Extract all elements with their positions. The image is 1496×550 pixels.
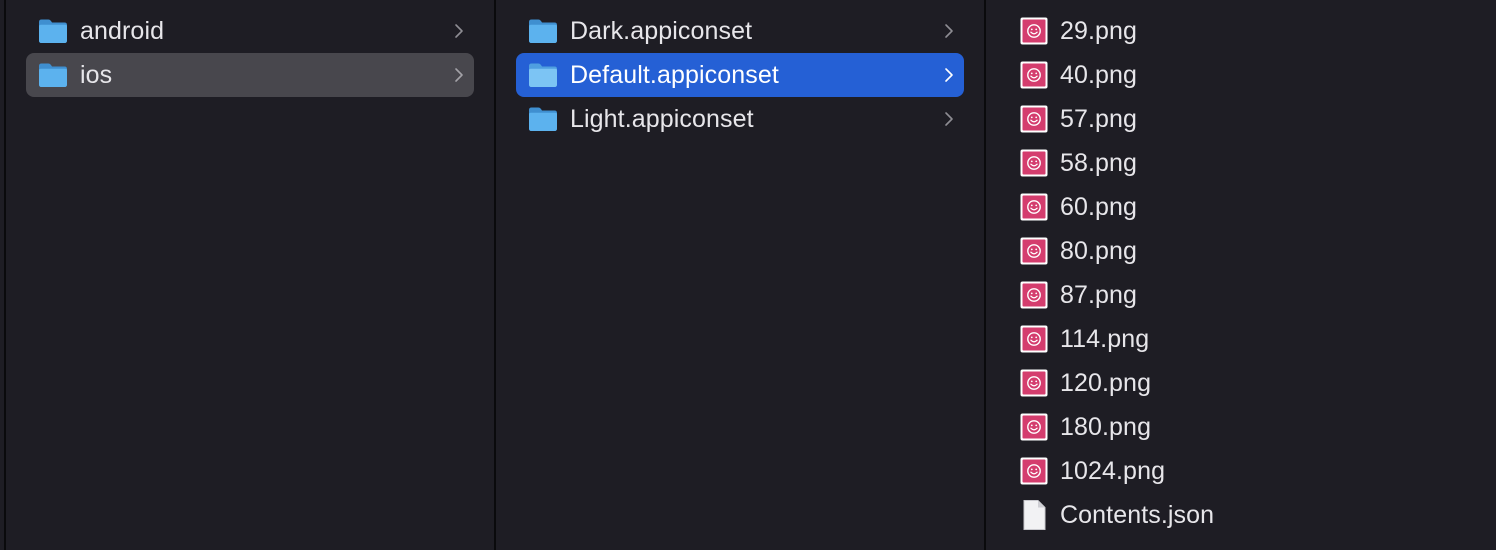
folder-row-default-appiconset[interactable]: Default.appiconset bbox=[516, 53, 964, 97]
png-image-icon bbox=[1020, 193, 1048, 221]
folder-row-dark-appiconset[interactable]: Dark.appiconset bbox=[516, 9, 964, 53]
folder-row-android[interactable]: android bbox=[26, 9, 474, 53]
file-row-png[interactable]: 114.png bbox=[1008, 317, 1478, 361]
folder-name: Default.appiconset bbox=[570, 60, 779, 89]
file-row-png[interactable]: 40.png bbox=[1008, 53, 1478, 97]
file-name: Contents.json bbox=[1060, 500, 1215, 529]
png-image-icon bbox=[1020, 237, 1048, 265]
png-image-icon bbox=[1020, 281, 1048, 309]
file-name: 29.png bbox=[1060, 16, 1138, 45]
png-image-icon bbox=[1020, 413, 1048, 441]
file-row-png[interactable]: 29.png bbox=[1008, 9, 1478, 53]
folder-name: Dark.appiconset bbox=[570, 16, 753, 45]
folder-row-light-appiconset[interactable]: Light.appiconset bbox=[516, 97, 964, 141]
file-row-png[interactable]: 120.png bbox=[1008, 361, 1478, 405]
file-row-png[interactable]: 180.png bbox=[1008, 405, 1478, 449]
file-row-png[interactable]: 60.png bbox=[1008, 185, 1478, 229]
file-row-json[interactable]: Contents.json bbox=[1008, 493, 1478, 537]
folder-name: Light.appiconset bbox=[570, 104, 754, 133]
chevron-right-icon bbox=[455, 24, 463, 38]
json-document-icon bbox=[1023, 500, 1046, 530]
png-image-icon bbox=[1020, 105, 1048, 133]
folder-icon bbox=[39, 63, 67, 87]
file-name: 120.png bbox=[1060, 368, 1152, 397]
folder-icon bbox=[529, 107, 557, 131]
file-row-png[interactable]: 58.png bbox=[1008, 141, 1478, 185]
file-name: 57.png bbox=[1060, 104, 1138, 133]
folder-row-ios[interactable]: ios bbox=[26, 53, 474, 97]
file-name: 87.png bbox=[1060, 280, 1138, 309]
folder-name: android bbox=[80, 16, 165, 45]
folder-icon bbox=[529, 63, 557, 87]
file-row-png[interactable]: 1024.png bbox=[1008, 449, 1478, 493]
column-2: Dark.appiconset Default.appiconset Light… bbox=[496, 0, 984, 550]
png-image-icon bbox=[1020, 457, 1048, 485]
png-image-icon bbox=[1020, 61, 1048, 89]
file-name: 1024.png bbox=[1060, 456, 1166, 485]
finder-column-browser: android ios Dark.appiconset Default.appi… bbox=[0, 0, 1496, 550]
file-name: 114.png bbox=[1060, 324, 1150, 353]
folder-icon bbox=[529, 19, 557, 43]
png-image-icon bbox=[1020, 369, 1048, 397]
chevron-right-icon bbox=[945, 24, 953, 38]
file-row-png[interactable]: 87.png bbox=[1008, 273, 1478, 317]
folder-icon bbox=[39, 19, 67, 43]
png-image-icon bbox=[1020, 149, 1048, 177]
column-1: android ios bbox=[6, 0, 494, 550]
file-row-png[interactable]: 57.png bbox=[1008, 97, 1478, 141]
png-image-icon bbox=[1020, 17, 1048, 45]
file-name: 60.png bbox=[1060, 192, 1138, 221]
png-image-icon bbox=[1020, 325, 1048, 353]
file-name: 58.png bbox=[1060, 148, 1138, 177]
file-name: 40.png bbox=[1060, 60, 1138, 89]
folder-name: ios bbox=[80, 60, 113, 89]
column-3: 29.png 40.png 57.png 58.png 60.png 80.png 87.p… bbox=[986, 0, 1496, 550]
chevron-right-icon bbox=[945, 112, 953, 126]
file-row-png[interactable]: 80.png bbox=[1008, 229, 1478, 273]
chevron-right-icon bbox=[455, 68, 463, 82]
chevron-right-icon bbox=[945, 68, 953, 82]
file-name: 80.png bbox=[1060, 236, 1138, 265]
file-name: 180.png bbox=[1060, 412, 1152, 441]
